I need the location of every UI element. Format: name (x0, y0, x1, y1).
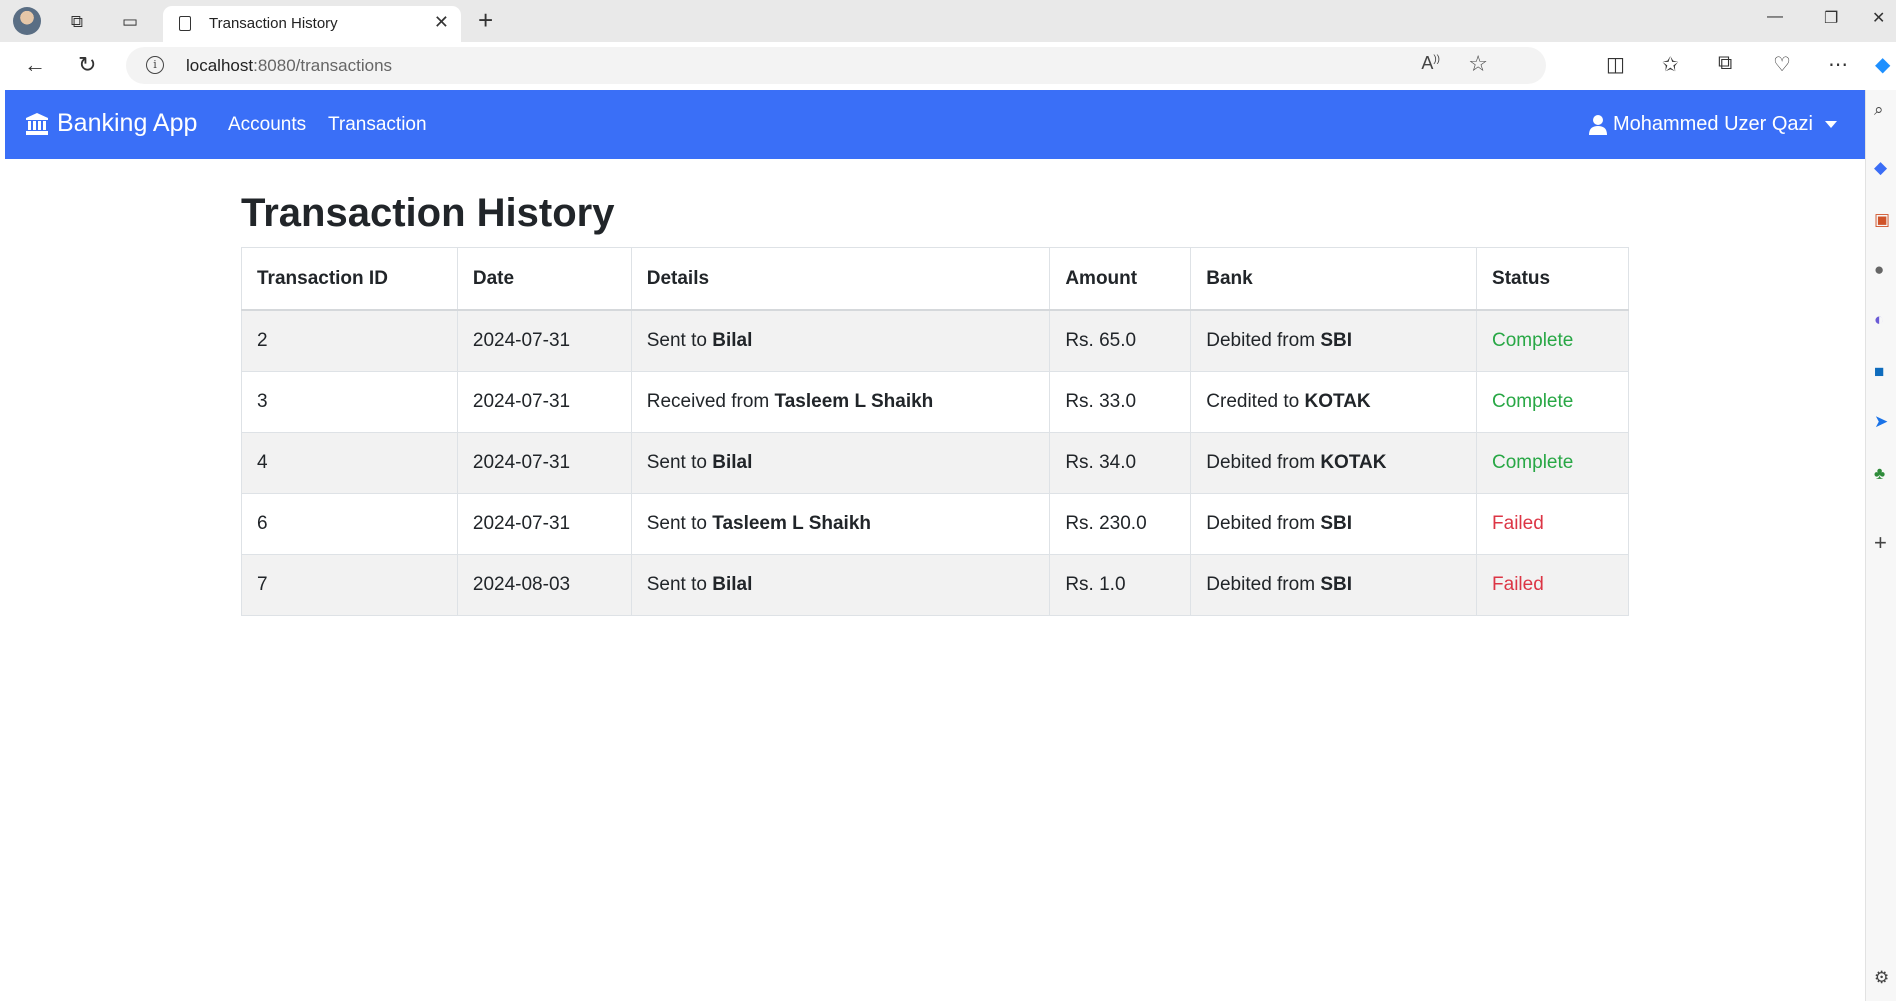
cell-status: Complete (1476, 432, 1629, 494)
transaction-table: Transaction ID Date Details Amount Bank … (241, 247, 1629, 616)
close-window-icon[interactable]: ✕ (1872, 8, 1885, 28)
site-info-icon[interactable]: i (146, 56, 164, 74)
table-header-row: Transaction ID Date Details Amount Bank … (241, 247, 1629, 311)
cell-bank: Debited from SBI (1190, 493, 1478, 555)
cell-date: 2024-07-31 (456, 493, 632, 555)
close-tab-icon[interactable]: ✕ (434, 12, 449, 33)
url-text[interactable]: localhost:8080/transactions (186, 56, 392, 76)
collections-icon[interactable]: ⧉ (1718, 52, 1732, 75)
cell-date: 2024-07-31 (456, 432, 632, 494)
nav-link-transaction[interactable]: Transaction (328, 114, 427, 136)
sidebar-settings-icon[interactable]: ⚙ (1874, 968, 1889, 988)
browser-essentials-icon[interactable]: ♡ (1773, 52, 1791, 77)
brand-link[interactable]: Banking App (25, 109, 197, 138)
restore-icon[interactable]: ❐ (1824, 8, 1838, 28)
back-icon[interactable]: ← (24, 52, 46, 78)
user-icon (1588, 114, 1607, 135)
user-name: Mohammed Uzer Qazi (1612, 113, 1813, 135)
app-navbar: Banking App Accounts Transaction Mohamme… (5, 90, 1865, 159)
browser-tab-strip: ⧉ ▭ Transaction History ✕ + — ❐ ✕ (0, 0, 1896, 42)
favorites-icon[interactable]: ✩ (1662, 52, 1679, 77)
nav-link-accounts[interactable]: Accounts (228, 114, 306, 136)
cell-bank: Credited to KOTAK (1190, 371, 1478, 433)
favorite-star-icon[interactable]: ☆ (1468, 51, 1488, 77)
col-header-amount: Amount (1049, 247, 1192, 311)
profile-avatar[interactable] (13, 7, 41, 35)
active-tab[interactable]: Transaction History ✕ (163, 6, 461, 42)
table-row: 2 2024-07-31 Sent to Bilal Rs. 65.0 Debi… (241, 309, 1629, 372)
cell-details: Sent to Bilal (630, 554, 1051, 616)
cell-status: Complete (1476, 371, 1629, 433)
refresh-icon[interactable]: ↻ (78, 52, 96, 78)
cell-amount: Rs. 230.0 (1049, 493, 1192, 555)
table-row: 3 2024-07-31 Received from Tasleem L Sha… (241, 371, 1629, 433)
read-aloud-icon[interactable]: A)) (1421, 53, 1440, 74)
col-header-date: Date (456, 247, 632, 311)
cell-date: 2024-08-03 (456, 554, 632, 616)
games-icon[interactable]: ♣ (1874, 464, 1885, 484)
copilot-icon[interactable]: ◆ (1875, 52, 1890, 77)
split-screen-icon[interactable]: ◫ (1606, 52, 1625, 77)
cell-transaction-id: 4 (241, 432, 458, 494)
page-title: Transaction History (241, 191, 615, 235)
cell-status: Failed (1476, 554, 1629, 616)
page-icon (179, 16, 191, 31)
table-row: 4 2024-07-31 Sent to Bilal Rs. 34.0 Debi… (241, 432, 1629, 494)
office-icon[interactable]: ◐ (1874, 310, 1884, 330)
cell-date: 2024-07-31 (456, 309, 632, 372)
cell-details: Sent to Bilal (630, 309, 1051, 372)
workspaces-icon[interactable]: ⧉ (64, 9, 90, 35)
address-bar[interactable]: i localhost:8080/transactions A)) ☆ (126, 47, 1546, 84)
search-icon[interactable]: ⌕ (1874, 100, 1884, 120)
cell-amount: Rs. 34.0 (1049, 432, 1192, 494)
cell-details: Received from Tasleem L Shaikh (630, 371, 1051, 433)
col-header-status: Status (1476, 247, 1629, 311)
cell-transaction-id: 6 (241, 493, 458, 555)
cell-details: Sent to Tasleem L Shaikh (630, 493, 1051, 555)
table-row: 7 2024-08-03 Sent to Bilal Rs. 1.0 Debit… (241, 554, 1629, 616)
new-tab-icon[interactable]: + (478, 6, 493, 34)
people-icon[interactable]: ● (1874, 260, 1884, 280)
shopping-icon[interactable]: ◆ (1874, 158, 1887, 178)
send-icon[interactable]: ➤ (1874, 412, 1888, 432)
cell-transaction-id: 7 (241, 554, 458, 616)
cell-date: 2024-07-31 (456, 371, 632, 433)
tab-title: Transaction History (209, 15, 338, 32)
col-header-details: Details (630, 247, 1051, 311)
page-viewport: Banking App Accounts Transaction Mohamme… (5, 90, 1865, 1001)
browser-sidebar: ⌕ ◆ ▣ ● ◐ ■ ➤ ♣ + ⚙ (1865, 90, 1896, 1001)
tools-icon[interactable]: ▣ (1874, 210, 1890, 230)
cell-status: Complete (1476, 309, 1629, 372)
cell-amount: Rs. 33.0 (1049, 371, 1192, 433)
outlook-icon[interactable]: ■ (1874, 362, 1884, 382)
table-row: 6 2024-07-31 Sent to Tasleem L Shaikh Rs… (241, 493, 1629, 555)
chevron-down-icon (1825, 121, 1837, 128)
more-menu-icon[interactable]: ⋯ (1828, 52, 1848, 77)
cell-status: Failed (1476, 493, 1629, 555)
add-sidebar-app-icon[interactable]: + (1874, 530, 1887, 556)
bank-icon (26, 112, 48, 135)
vertical-tabs-icon[interactable]: ▭ (117, 9, 143, 35)
brand-text: Banking App (57, 109, 198, 137)
cell-amount: Rs. 1.0 (1049, 554, 1192, 616)
cell-details: Sent to Bilal (630, 432, 1051, 494)
col-header-transaction-id: Transaction ID (241, 247, 458, 311)
minimize-icon[interactable]: — (1767, 8, 1783, 26)
cell-amount: Rs. 65.0 (1049, 309, 1192, 372)
user-menu-dropdown[interactable]: Mohammed Uzer Qazi (1588, 113, 1837, 136)
cell-transaction-id: 2 (241, 309, 458, 372)
cell-bank: Debited from SBI (1190, 554, 1478, 616)
cell-bank: Debited from SBI (1190, 309, 1478, 372)
col-header-bank: Bank (1190, 247, 1478, 311)
cell-bank: Debited from KOTAK (1190, 432, 1478, 494)
cell-transaction-id: 3 (241, 371, 458, 433)
